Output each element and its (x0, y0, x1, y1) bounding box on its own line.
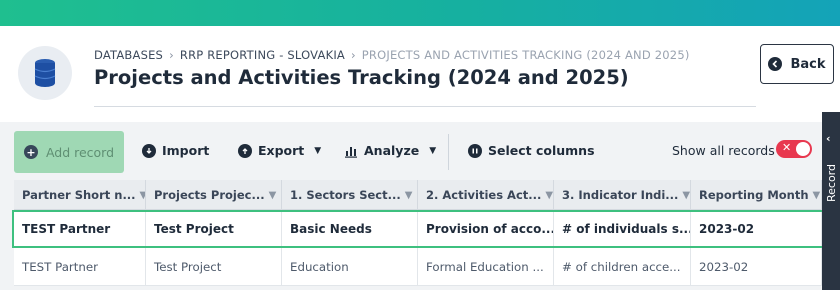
back-button-label: Back (790, 56, 826, 72)
chevron-down-icon: ▼ (429, 145, 437, 156)
chevron-down-icon: ▼ (314, 145, 322, 156)
top-accent-bar (0, 0, 840, 26)
import-icon (142, 143, 156, 158)
column-header-label: 2. Activities Act... (426, 188, 542, 202)
back-button[interactable]: Back (760, 44, 834, 84)
column-header-label: Partner Short n... (22, 188, 136, 202)
breadcrumb-item-rrp-reporting[interactable]: RRP REPORTING - SLOVAKIA (180, 48, 345, 62)
record-side-panel-label: Record (825, 164, 838, 203)
show-all-records-label: Show all records (672, 143, 775, 158)
column-header-label: Projects Projec... (154, 188, 265, 202)
select-columns-button[interactable]: Select columns (468, 143, 595, 158)
export-icon (238, 143, 252, 158)
table-row[interactable]: TEST Partner Test Project Education Form… (14, 248, 822, 286)
table-cell: TEST Partner (14, 248, 146, 285)
export-button[interactable]: Export ▼ (238, 143, 321, 158)
add-record-label: Add record (45, 144, 115, 160)
table-cell: # of individuals s... (554, 212, 691, 246)
arrow-left-circle-icon (768, 57, 783, 71)
analyze-label: Analyze (364, 143, 420, 158)
table-cell: Test Project (146, 212, 282, 246)
breadcrumb-item-databases[interactable]: DATABASES (94, 48, 163, 62)
record-side-panel-tab[interactable]: ‹ Record (822, 112, 840, 290)
select-columns-label: Select columns (488, 143, 595, 158)
bar-chart-icon (344, 144, 358, 158)
table-cell: Test Project (146, 248, 282, 285)
filter-icon[interactable]: ▼ (545, 190, 553, 201)
export-label: Export (258, 143, 305, 158)
filter-icon[interactable]: ▼ (682, 190, 690, 201)
show-all-records-toggle[interactable]: ✕ (776, 140, 812, 158)
table-cell: # of children acce... (554, 248, 691, 285)
column-header[interactable]: 2. Activities Act... ▼ (418, 180, 554, 210)
table-cell: 2023-02 (691, 212, 822, 246)
column-header-label: Reporting Month (699, 188, 809, 202)
records-table: Partner Short n...▼ Projects Projec...▼ … (12, 180, 824, 286)
chevron-left-icon: ‹ (826, 132, 831, 145)
column-header[interactable]: Reporting Month ▼ (691, 180, 822, 210)
breadcrumb-separator: › (350, 48, 356, 62)
table-header-row: Partner Short n...▼ Projects Projec...▼ … (14, 180, 822, 210)
filter-icon[interactable]: ▼ (405, 190, 413, 201)
import-label: Import (162, 143, 210, 158)
column-header[interactable]: 1. Sectors Sect... ▼ (282, 180, 418, 210)
table-cell: Formal Education ... (418, 248, 554, 285)
page-title: Projects and Activities Tracking (2024 a… (94, 66, 629, 89)
table-row[interactable]: TEST Partner Test Project Basic Needs Pr… (12, 210, 824, 248)
toolbar-divider (448, 134, 449, 170)
filter-icon[interactable]: ▼ (269, 190, 277, 201)
import-button[interactable]: Import (142, 143, 209, 158)
columns-icon (468, 143, 482, 158)
column-header[interactable]: Partner Short n...▼ (14, 180, 146, 210)
table-cell: 2023-02 (691, 248, 822, 285)
table-cell: Provision of acco... (418, 212, 554, 246)
table-cell: Education (282, 248, 418, 285)
column-header-label: 3. Indicator Indi... (562, 188, 679, 202)
plus-circle-icon: + (23, 145, 38, 159)
breadcrumb: DATABASES › RRP REPORTING - SLOVAKIA › PROJE… (94, 48, 690, 62)
column-header-label: 1. Sectors Sect... (290, 188, 401, 202)
database-icon (18, 46, 72, 100)
table-cell: TEST Partner (14, 212, 146, 246)
add-record-button[interactable]: + Add record (14, 131, 124, 173)
breadcrumb-separator: › (169, 48, 174, 62)
filter-icon[interactable]: ▼ (813, 190, 821, 201)
header-divider (94, 106, 756, 107)
close-icon: ✕ (782, 141, 792, 154)
toggle-knob (796, 142, 810, 156)
column-header[interactable]: Projects Projec... ▼ (146, 180, 282, 210)
column-header[interactable]: 3. Indicator Indi... ▼ (554, 180, 691, 210)
breadcrumb-item-current: PROJECTS AND ACTIVITIES TRACKING (2024 A… (361, 48, 690, 62)
analyze-button[interactable]: Analyze ▼ (344, 143, 436, 158)
table-cell: Basic Needs (282, 212, 418, 246)
